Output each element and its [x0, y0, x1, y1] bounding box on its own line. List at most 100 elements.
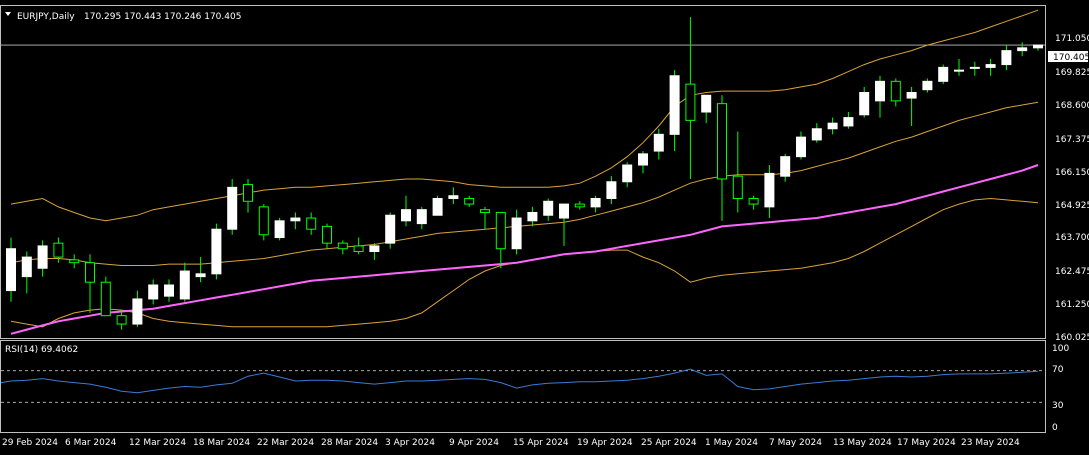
candle: [353, 237, 364, 255]
candle: [100, 276, 111, 317]
price-tick: 166.150: [1055, 168, 1089, 178]
candle-body-bull: [385, 214, 396, 244]
candle-body-bull: [780, 156, 791, 177]
candle: [337, 240, 348, 255]
chart-header: EURJPY,Daily 170.295 170.443 170.246 170…: [5, 12, 241, 22]
candle: [495, 211, 506, 269]
candle: [385, 212, 396, 249]
candle-body-bull: [590, 198, 601, 208]
ohlc-readout: 170.295 170.443 170.246 170.405: [84, 12, 241, 22]
candle-body-bull: [653, 133, 664, 152]
candle: [938, 64, 949, 85]
candle: [21, 251, 32, 294]
candle: [195, 257, 206, 283]
candle-body-bull: [211, 228, 222, 275]
candle: [969, 61, 980, 76]
candle: [69, 254, 80, 269]
price-tick: 169.825: [1055, 68, 1089, 78]
candle: [179, 262, 190, 302]
candle: [922, 78, 933, 93]
candle-body-bear: [748, 198, 759, 205]
time-axis: 29 Feb 2024 6 Mar 2024 12 Mar 2024 18 Ma…: [2, 438, 1020, 448]
candle-body-bull: [638, 153, 648, 166]
candle: [653, 128, 664, 160]
candle: [622, 162, 633, 188]
candle-body-bull: [21, 256, 32, 278]
date-label: 19 Apr 2024: [577, 438, 633, 448]
candle-body-bull: [416, 209, 427, 225]
candle-body-bull: [369, 245, 380, 253]
candle: [401, 195, 411, 227]
price-tick: 167.375: [1055, 135, 1089, 145]
chart-canvas: EURJPY,Daily 170.295 170.443 170.246 170…: [0, 5, 1089, 448]
candle: [543, 198, 554, 221]
candle: [416, 206, 427, 230]
candle-body-bull: [179, 270, 190, 300]
candle: [290, 212, 301, 230]
candle: [732, 131, 743, 213]
price-tick: 168.600: [1055, 101, 1089, 111]
rsi-tick: 30: [1052, 401, 1064, 411]
candle: [369, 243, 380, 260]
candle: [606, 176, 617, 205]
rsi-axis: 100 70 30 0: [1052, 344, 1069, 433]
candle-body-bull: [1033, 44, 1043, 49]
date-label: 25 Apr 2024: [641, 438, 697, 448]
candle-body-bull: [274, 220, 285, 239]
candle-body-bull: [148, 284, 159, 300]
candle: [843, 112, 854, 129]
candle-body-bull: [527, 211, 538, 222]
candle-body-bull: [1017, 47, 1028, 52]
candle-body-bear: [480, 209, 490, 213]
candle: [464, 195, 475, 207]
candle: [827, 117, 838, 135]
candle-body-bull: [811, 128, 822, 141]
candle: [306, 212, 317, 235]
candle: [322, 223, 332, 249]
candle-body-bull: [559, 203, 569, 219]
price-axis: 171.050 169.825 168.600 167.375 166.150 …: [1048, 34, 1089, 343]
rsi-tick: 100: [1052, 344, 1069, 354]
symbol-label: EURJPY,Daily: [17, 12, 75, 22]
rsi-label: RSI(14) 69.4062: [5, 345, 78, 355]
moving-average-line: [10, 164, 1039, 335]
candle-body-bull: [969, 66, 980, 69]
candle-body-bear: [306, 217, 317, 230]
candle-body-bear: [685, 83, 696, 121]
candle-body-bull: [843, 117, 854, 127]
date-label: 7 May 2024: [769, 438, 822, 448]
candle-body-bull: [622, 164, 633, 183]
candle: [116, 310, 127, 330]
candle-body-bear: [53, 242, 64, 258]
candle: [1033, 44, 1043, 51]
bollinger-upper-line: [10, 9, 1039, 222]
candle-body-bull: [37, 245, 48, 269]
date-label: 18 Mar 2024: [193, 438, 250, 448]
candle-body-bull: [796, 136, 806, 158]
candle: [701, 94, 712, 124]
candle: [764, 165, 775, 219]
dropdown-triangle-icon[interactable]: [5, 12, 11, 16]
candle: [638, 151, 648, 174]
price-plot: [1, 9, 1045, 335]
candle-body-bull: [164, 284, 174, 297]
candle: [85, 254, 95, 313]
candle-body-bull: [511, 217, 522, 250]
candle: [811, 123, 822, 143]
candle: [954, 59, 964, 76]
price-tick: 162.475: [1055, 267, 1089, 277]
candle: [480, 206, 490, 230]
candle-body-bull: [432, 198, 443, 216]
rsi-line: [0, 368, 1039, 394]
candle-body-bull: [875, 80, 885, 102]
candle: [685, 17, 696, 179]
price-tick: 160.025: [1055, 333, 1089, 343]
candle: [669, 70, 680, 152]
candle-body-bear: [322, 225, 332, 244]
date-label: 17 May 2024: [897, 438, 956, 448]
price-tick: 161.250: [1055, 300, 1089, 310]
candle: [6, 237, 16, 302]
candle: [448, 187, 459, 205]
candle: [211, 223, 222, 280]
candle-body-bull: [290, 217, 301, 222]
